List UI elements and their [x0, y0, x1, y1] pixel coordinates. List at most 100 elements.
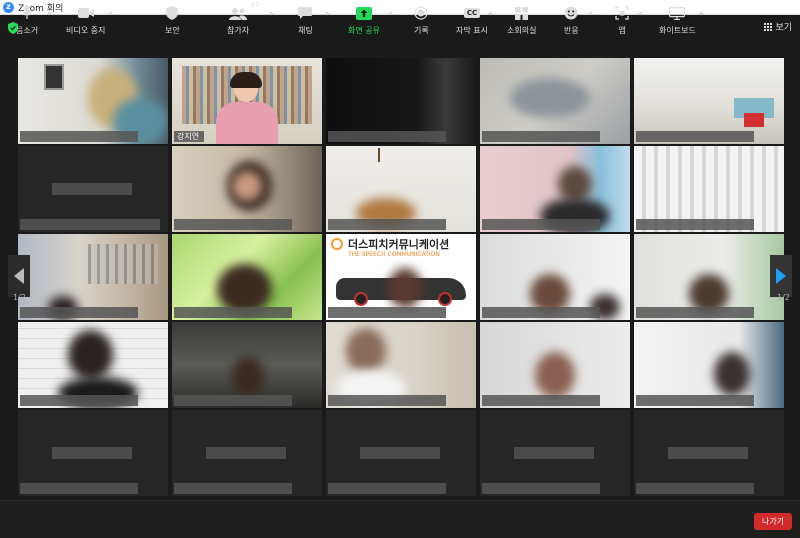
participant-blur — [68, 330, 113, 380]
participant-blur — [510, 78, 590, 118]
view-label: 보기 — [775, 23, 792, 33]
leave-meeting-button[interactable]: 나가기 — [754, 513, 792, 530]
video-tile-off[interactable] — [18, 410, 168, 496]
participant-name-center — [52, 447, 132, 459]
arrow-right-icon — [776, 268, 786, 284]
captions-options-caret[interactable]: ^ — [487, 11, 494, 20]
video-tile[interactable] — [172, 234, 322, 320]
view-button[interactable]: 보기 — [764, 20, 792, 33]
record-button[interactable]: 기록 — [414, 4, 429, 36]
video-tile[interactable] — [634, 146, 784, 232]
reactions-options-caret[interactable]: ^ — [587, 11, 594, 20]
participant-name — [20, 307, 138, 318]
video-tile-off[interactable] — [172, 410, 322, 496]
participant-name — [174, 219, 292, 230]
video-tile-off[interactable] — [18, 146, 168, 232]
chat-button[interactable]: 채팅 — [298, 4, 313, 36]
video-tile[interactable] — [634, 322, 784, 408]
participant-name: 강지연 — [174, 131, 204, 142]
reactions-label: 반응 — [564, 26, 579, 35]
mute-label: 음소거 — [16, 26, 39, 35]
participant-hair — [230, 72, 262, 88]
window-blinds — [88, 244, 158, 284]
video-tile-off[interactable] — [634, 410, 784, 496]
video-tile[interactable] — [326, 322, 476, 408]
whiteboard-icon — [669, 6, 686, 20]
video-tile[interactable] — [18, 234, 168, 320]
chat-bubble-icon — [298, 6, 313, 19]
banner-title: 더스피치커뮤니케이션 — [348, 238, 450, 251]
video-tile[interactable] — [172, 146, 322, 232]
participant-blur — [346, 328, 386, 374]
participant-name-center — [668, 447, 748, 459]
reactions-button[interactable]: 반응 — [564, 4, 579, 36]
stop-video-button[interactable]: 비디오 중지 — [66, 4, 105, 36]
whiteboard-button[interactable]: 화이트보드 — [659, 4, 696, 36]
meeting-toolbar — [0, 500, 800, 538]
video-tile[interactable] — [480, 234, 630, 320]
arrow-left-icon — [14, 268, 24, 284]
participant-blur — [558, 166, 592, 202]
video-tile[interactable] — [172, 322, 322, 408]
participant-name — [174, 483, 292, 494]
wall-cross — [378, 148, 380, 162]
record-label: 기록 — [414, 26, 429, 35]
video-tile-banner[interactable]: 더스피치커뮤니케이션 THE SPEECH COMMUNICATION — [326, 234, 476, 320]
breakout-rooms-label: 소회의실 — [507, 26, 537, 35]
participant-name — [174, 395, 292, 406]
captions-button[interactable]: CC 자막 표시 — [456, 4, 488, 36]
apps-options-caret[interactable]: ^ — [637, 11, 644, 20]
mute-options-caret[interactable]: ^ — [46, 11, 53, 20]
video-options-caret[interactable]: ^ — [107, 11, 114, 20]
share-options-caret[interactable]: ^ — [387, 11, 394, 20]
participant-blur — [714, 352, 750, 396]
participant-name — [328, 131, 446, 142]
whiteboard-label: 화이트보드 — [659, 26, 696, 35]
participants-options-caret[interactable]: ^ — [268, 11, 275, 20]
whiteboard-options-caret[interactable]: ^ — [698, 11, 705, 20]
participant-blur — [535, 352, 575, 398]
participant-blur — [232, 357, 264, 397]
apps-button[interactable]: 앱 — [615, 4, 629, 36]
video-tile[interactable] — [480, 146, 630, 232]
security-button[interactable]: 보안 — [165, 4, 180, 36]
video-tile[interactable] — [326, 146, 476, 232]
security-shield-icon — [166, 6, 179, 20]
video-tile-off[interactable] — [480, 410, 630, 496]
video-tile[interactable] — [634, 58, 784, 144]
previous-page-button[interactable] — [8, 255, 30, 297]
video-tile[interactable] — [634, 234, 784, 320]
video-tile[interactable] — [326, 58, 476, 144]
zoom-logo-icon: z — [3, 1, 14, 13]
participants-button[interactable]: 37 참가자 — [227, 1, 259, 36]
participant-name — [328, 395, 446, 406]
participant-name — [328, 483, 446, 494]
chat-options-caret[interactable]: ^ — [324, 11, 331, 20]
chat-label: 채팅 — [298, 26, 313, 35]
video-tile[interactable] — [480, 322, 630, 408]
brand-logo-icon — [331, 238, 343, 250]
video-tile[interactable] — [480, 58, 630, 144]
participant-blur — [232, 171, 262, 201]
video-tile-active-speaker[interactable]: 강지연 — [172, 58, 322, 144]
record-icon — [414, 6, 428, 20]
car-wheel — [438, 292, 452, 306]
next-page-button[interactable] — [770, 255, 792, 297]
breakout-rooms-button[interactable]: 소회의실 — [507, 4, 536, 36]
participant-name — [328, 219, 446, 230]
participant-name — [636, 483, 754, 494]
video-tile-off[interactable] — [326, 410, 476, 496]
participant-name-center — [206, 447, 286, 459]
participant-name — [482, 483, 600, 494]
video-tile[interactable] — [18, 322, 168, 408]
mute-button[interactable]: 음소거 — [16, 4, 38, 36]
share-screen-label: 화면 공유 — [348, 26, 380, 35]
participant-name — [636, 395, 754, 406]
grid-view-icon — [764, 22, 773, 31]
video-camera-icon — [77, 8, 94, 18]
share-screen-button[interactable]: 화면 공유 — [348, 4, 380, 36]
participant-name — [482, 219, 600, 230]
participant-name — [20, 131, 138, 142]
video-tile[interactable] — [18, 58, 168, 144]
participant-name-center — [514, 447, 594, 459]
